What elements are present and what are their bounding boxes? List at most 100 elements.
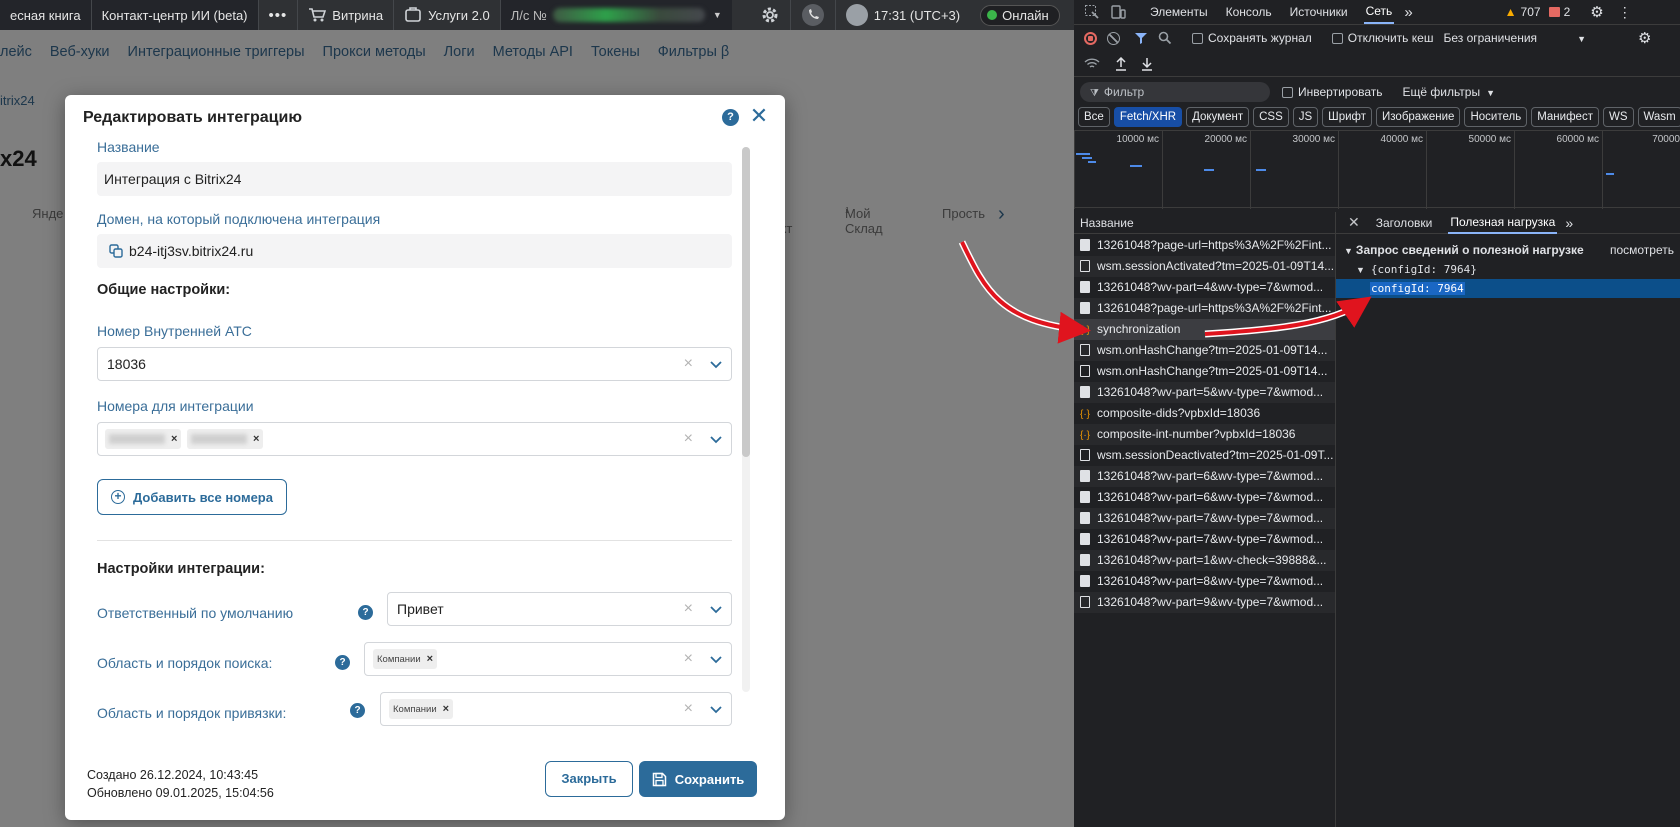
clear-log-icon[interactable]	[1107, 31, 1120, 45]
save-button[interactable]: Сохранить	[639, 761, 757, 797]
type-document[interactable]: Документ	[1186, 107, 1250, 127]
device-toggle-icon[interactable]	[1110, 4, 1126, 20]
tab-network[interactable]: Сеть	[1363, 0, 1395, 24]
request-row[interactable]: wsm.onHashChange?tm=2025-01-09T14...	[1074, 340, 1335, 361]
kebab-menu-icon[interactable]: ⋮	[1618, 4, 1632, 21]
type-all[interactable]: Все	[1078, 107, 1110, 127]
pbx-number-select[interactable]: 18036 ×	[97, 347, 732, 381]
request-row[interactable]: {·} composite-int-number?vpbxId=18036	[1074, 424, 1335, 445]
tab-headers[interactable]: Заголовки	[1374, 213, 1435, 233]
payload-object[interactable]: ▼ {configId: 7964}	[1336, 260, 1680, 279]
payload-section[interactable]: ▼ Запрос сведений о полезной нагрузке посм…	[1336, 240, 1680, 260]
search-area-select[interactable]: Компании × ×	[364, 642, 732, 676]
topbar-item-phonebook[interactable]: есная книга	[0, 0, 91, 30]
clear-icon[interactable]: ×	[684, 348, 693, 380]
responsible-select[interactable]: Привет ×	[387, 592, 732, 626]
request-row[interactable]: 13261048?wv-part=6&wv-type=7&wmod...	[1074, 487, 1335, 508]
filter-icon[interactable]	[1134, 31, 1148, 45]
disable-cache-checkbox[interactable]: Отключить кеш	[1331, 31, 1433, 45]
close-button[interactable]: Закрыть	[545, 761, 633, 797]
request-row[interactable]: 13261048?wv-part=7&wv-type=7&wmod...	[1074, 508, 1335, 529]
chevron-down-icon[interactable]	[710, 358, 722, 370]
chevron-down-icon[interactable]	[710, 653, 722, 665]
type-wasm[interactable]: Wasm	[1637, 107, 1680, 127]
topbar-item-ai-contact-center[interactable]: Контакт-центр ИИ (beta)	[90, 0, 258, 30]
remove-chip-icon[interactable]: ×	[171, 433, 177, 445]
chevron-down-icon[interactable]	[710, 603, 722, 615]
chevron-down-icon[interactable]	[710, 433, 722, 445]
gear-icon[interactable]: ⚙	[1590, 3, 1603, 21]
topbar-more[interactable]: •••	[257, 0, 298, 30]
tab-payload[interactable]: Полезная нагрузка	[1448, 212, 1558, 234]
more-tabs-icon[interactable]: »	[1565, 215, 1573, 231]
type-image[interactable]: Изображение	[1376, 107, 1461, 127]
type-font[interactable]: Шрифт	[1322, 107, 1373, 127]
integration-numbers-select[interactable]: × × ×	[97, 422, 732, 456]
close-icon[interactable]: ✕	[1348, 214, 1360, 231]
help-icon[interactable]: ?	[722, 109, 739, 126]
wifi-settings-icon[interactable]	[1084, 57, 1100, 71]
network-timeline[interactable]: 10000 мс 20000 мс 30000 мс 40000 мс 5000…	[1074, 130, 1680, 209]
request-row[interactable]: 13261048?wv-part=8&wv-type=7&wmod...	[1074, 571, 1335, 592]
more-tabs-icon[interactable]: »	[1404, 4, 1412, 21]
chevron-down-icon[interactable]	[710, 703, 722, 715]
help-icon[interactable]: ?	[350, 703, 365, 718]
tab-console[interactable]: Консоль	[1224, 1, 1274, 23]
close-icon[interactable]: ✕	[748, 105, 770, 127]
add-all-numbers-button[interactable]: + Добавить все номера	[97, 479, 287, 515]
inspect-icon[interactable]	[1084, 4, 1100, 20]
domain-field[interactable]: b24-itj3sv.bitrix24.ru	[97, 234, 732, 268]
warning-icon[interactable]: ▲	[1505, 5, 1517, 19]
request-row[interactable]: 13261048?page-url=https%3A%2F%2Fint...	[1074, 298, 1335, 319]
preserve-log-checkbox[interactable]: Сохранять журнал	[1192, 31, 1312, 45]
payload-field[interactable]: configId: 7964	[1336, 279, 1680, 298]
request-row[interactable]: wsm.onHashChange?tm=2025-01-09T14...	[1074, 361, 1335, 382]
request-row[interactable]: 13261048?wv-part=6&wv-type=7&wmod...	[1074, 466, 1335, 487]
request-row[interactable]: 13261048?page-url=https%3A%2F%2Fint...	[1074, 235, 1335, 256]
throttle-select[interactable]: Без ограничения ▼	[1443, 31, 1586, 45]
remove-chip-icon[interactable]: ×	[443, 703, 449, 715]
type-css[interactable]: CSS	[1253, 107, 1289, 127]
clear-icon[interactable]: ×	[684, 593, 693, 625]
request-row[interactable]: 13261048?wv-part=1&wv-check=39888&...	[1074, 550, 1335, 571]
download-icon[interactable]	[1140, 57, 1154, 71]
upload-icon[interactable]	[1114, 56, 1128, 71]
filter-input[interactable]: ⧩ Фильтр	[1080, 82, 1270, 102]
search-icon[interactable]	[1158, 31, 1172, 45]
topbar-item-showcase[interactable]: Витрина	[297, 0, 393, 30]
remove-chip-icon[interactable]: ×	[253, 433, 259, 445]
type-js[interactable]: JS	[1292, 107, 1319, 127]
topbar-item-services[interactable]: Услуги 2.0	[393, 0, 500, 30]
clear-icon[interactable]: ×	[684, 423, 693, 455]
user-menu[interactable]: 17:31 (UTC+3)	[834, 0, 970, 30]
status-toggle[interactable]: Онлайн	[980, 4, 1060, 26]
request-row[interactable]: 13261048?wv-part=5&wv-type=7&wmod...	[1074, 382, 1335, 403]
clear-icon[interactable]: ×	[684, 693, 693, 725]
type-fetch-xhr[interactable]: Fetch/XHR	[1113, 107, 1183, 127]
help-icon[interactable]: ?	[335, 655, 350, 670]
modal-scrollbar[interactable]	[742, 147, 750, 692]
request-row[interactable]: wsm.sessionActivated?tm=2025-01-09T14...	[1074, 256, 1335, 277]
bind-area-select[interactable]: Компании × ×	[380, 692, 732, 726]
name-field[interactable]: Интеграция с Bitrix24	[97, 162, 732, 196]
copy-icon[interactable]	[109, 244, 123, 258]
request-row[interactable]: 13261048?wv-part=7&wv-type=7&wmod...	[1074, 529, 1335, 550]
type-ws[interactable]: WS	[1602, 107, 1634, 127]
network-conditions-icon[interactable]: ⚙	[1638, 29, 1651, 47]
tab-elements[interactable]: Элементы	[1148, 1, 1210, 23]
clear-icon[interactable]: ×	[684, 643, 693, 675]
help-icon[interactable]: ?	[358, 605, 373, 620]
remove-chip-icon[interactable]: ×	[427, 653, 433, 665]
request-row[interactable]: {·} composite-dids?vpbxId=18036	[1074, 403, 1335, 424]
type-media[interactable]: Носитель	[1464, 107, 1528, 127]
settings-button[interactable]	[750, 0, 790, 30]
request-row[interactable]: 13261048?wv-part=9&wv-type=7&wmod...	[1074, 592, 1335, 613]
panel-divider[interactable]	[1335, 212, 1336, 827]
type-manifest[interactable]: Манифест	[1531, 107, 1599, 127]
request-row[interactable]: wsm.sessionDeactivated?tm=2025-01-09T...	[1074, 445, 1335, 466]
scrollbar-thumb[interactable]	[742, 147, 750, 457]
request-row[interactable]: 13261048?wv-part=4&wv-type=7&wmod...	[1074, 277, 1335, 298]
account-selector[interactable]: Л/с № ▼	[499, 0, 732, 30]
tab-sources[interactable]: Источники	[1288, 1, 1350, 23]
request-row[interactable]: {·} synchronization	[1074, 319, 1335, 340]
